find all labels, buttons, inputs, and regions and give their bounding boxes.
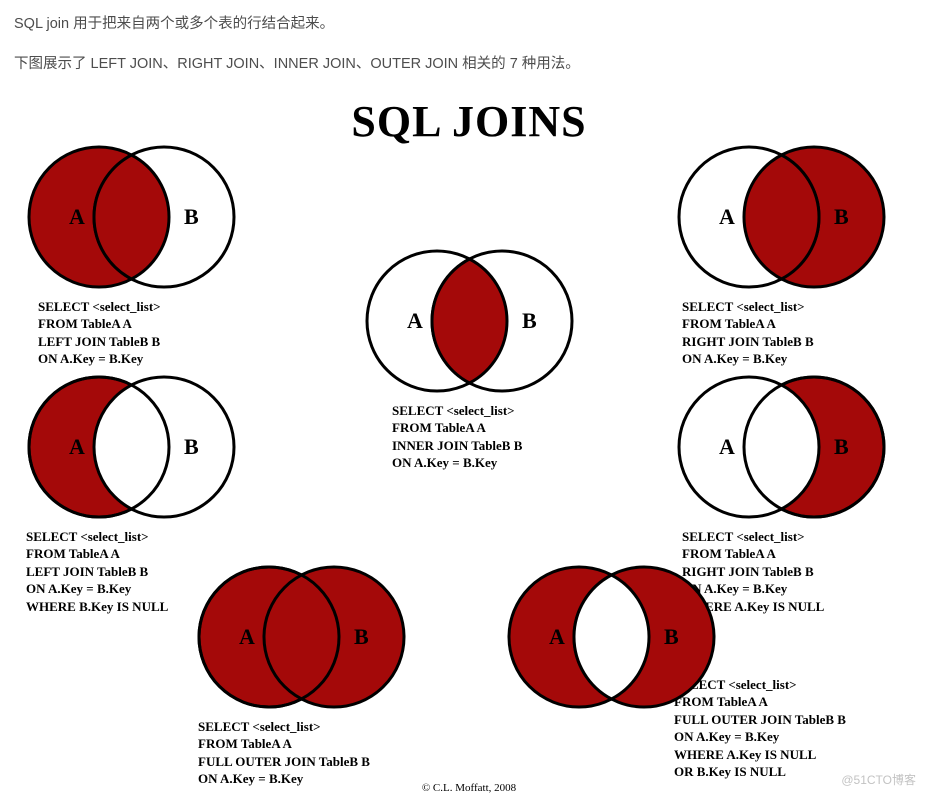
label-a: A <box>69 434 85 459</box>
sql-right-join: SELECT <select_list> FROM TableA A RIGHT… <box>682 298 899 368</box>
label-b: B <box>184 434 199 459</box>
label-b: B <box>834 434 849 459</box>
venn-diagram: A B <box>14 372 249 522</box>
label-b: B <box>522 308 537 333</box>
label-b: B <box>354 624 369 649</box>
venn-diagram: A B <box>494 562 729 712</box>
label-b: B <box>184 204 199 229</box>
venn-full-join: A B SELECT <select_list> FROM TableA A F… <box>184 562 419 788</box>
label-a: A <box>69 204 85 229</box>
label-a: A <box>719 434 735 459</box>
sql-left-join: SELECT <select_list> FROM TableA A LEFT … <box>38 298 249 368</box>
venn-diagram: A B <box>664 142 899 292</box>
venn-diagram: A B <box>14 142 249 292</box>
watermark-text: @51CTO博客 <box>841 771 916 788</box>
venn-left-join: A B SELECT <select_list> FROM TableA A L… <box>14 142 249 368</box>
label-a: A <box>407 308 423 333</box>
venn-right-join: A B SELECT <select_list> FROM TableA A R… <box>664 142 899 368</box>
sql-full-join: SELECT <select_list> FROM TableA A FULL … <box>198 718 419 788</box>
copyright-text: © C.L. Moffatt, 2008 <box>14 782 924 794</box>
venn-diagram: A B <box>664 372 899 522</box>
venn-full-excl-join: A B SELECT <select_list> FROM TableA A F… <box>494 562 846 781</box>
venn-inner-join: A B SELECT <select_list> FROM TableA A I… <box>352 246 587 472</box>
label-b: B <box>664 624 679 649</box>
intro-line-2: 下图展示了 LEFT JOIN、RIGHT JOIN、INNER JOIN、OU… <box>14 54 929 76</box>
label-b: B <box>834 204 849 229</box>
sql-joins-figure: SQL JOINS A B SELECT <select_list> FROM … <box>14 94 924 794</box>
sql-inner-join: SELECT <select_list> FROM TableA A INNER… <box>392 402 587 472</box>
venn-diagram: A B <box>352 246 587 396</box>
label-a: A <box>239 624 255 649</box>
figure-title: SQL JOINS <box>14 96 924 147</box>
intro-line-1: SQL join 用于把来自两个或多个表的行结合起来。 <box>14 14 929 36</box>
venn-diagram: A B <box>184 562 419 712</box>
label-a: A <box>719 204 735 229</box>
label-a: A <box>549 624 565 649</box>
